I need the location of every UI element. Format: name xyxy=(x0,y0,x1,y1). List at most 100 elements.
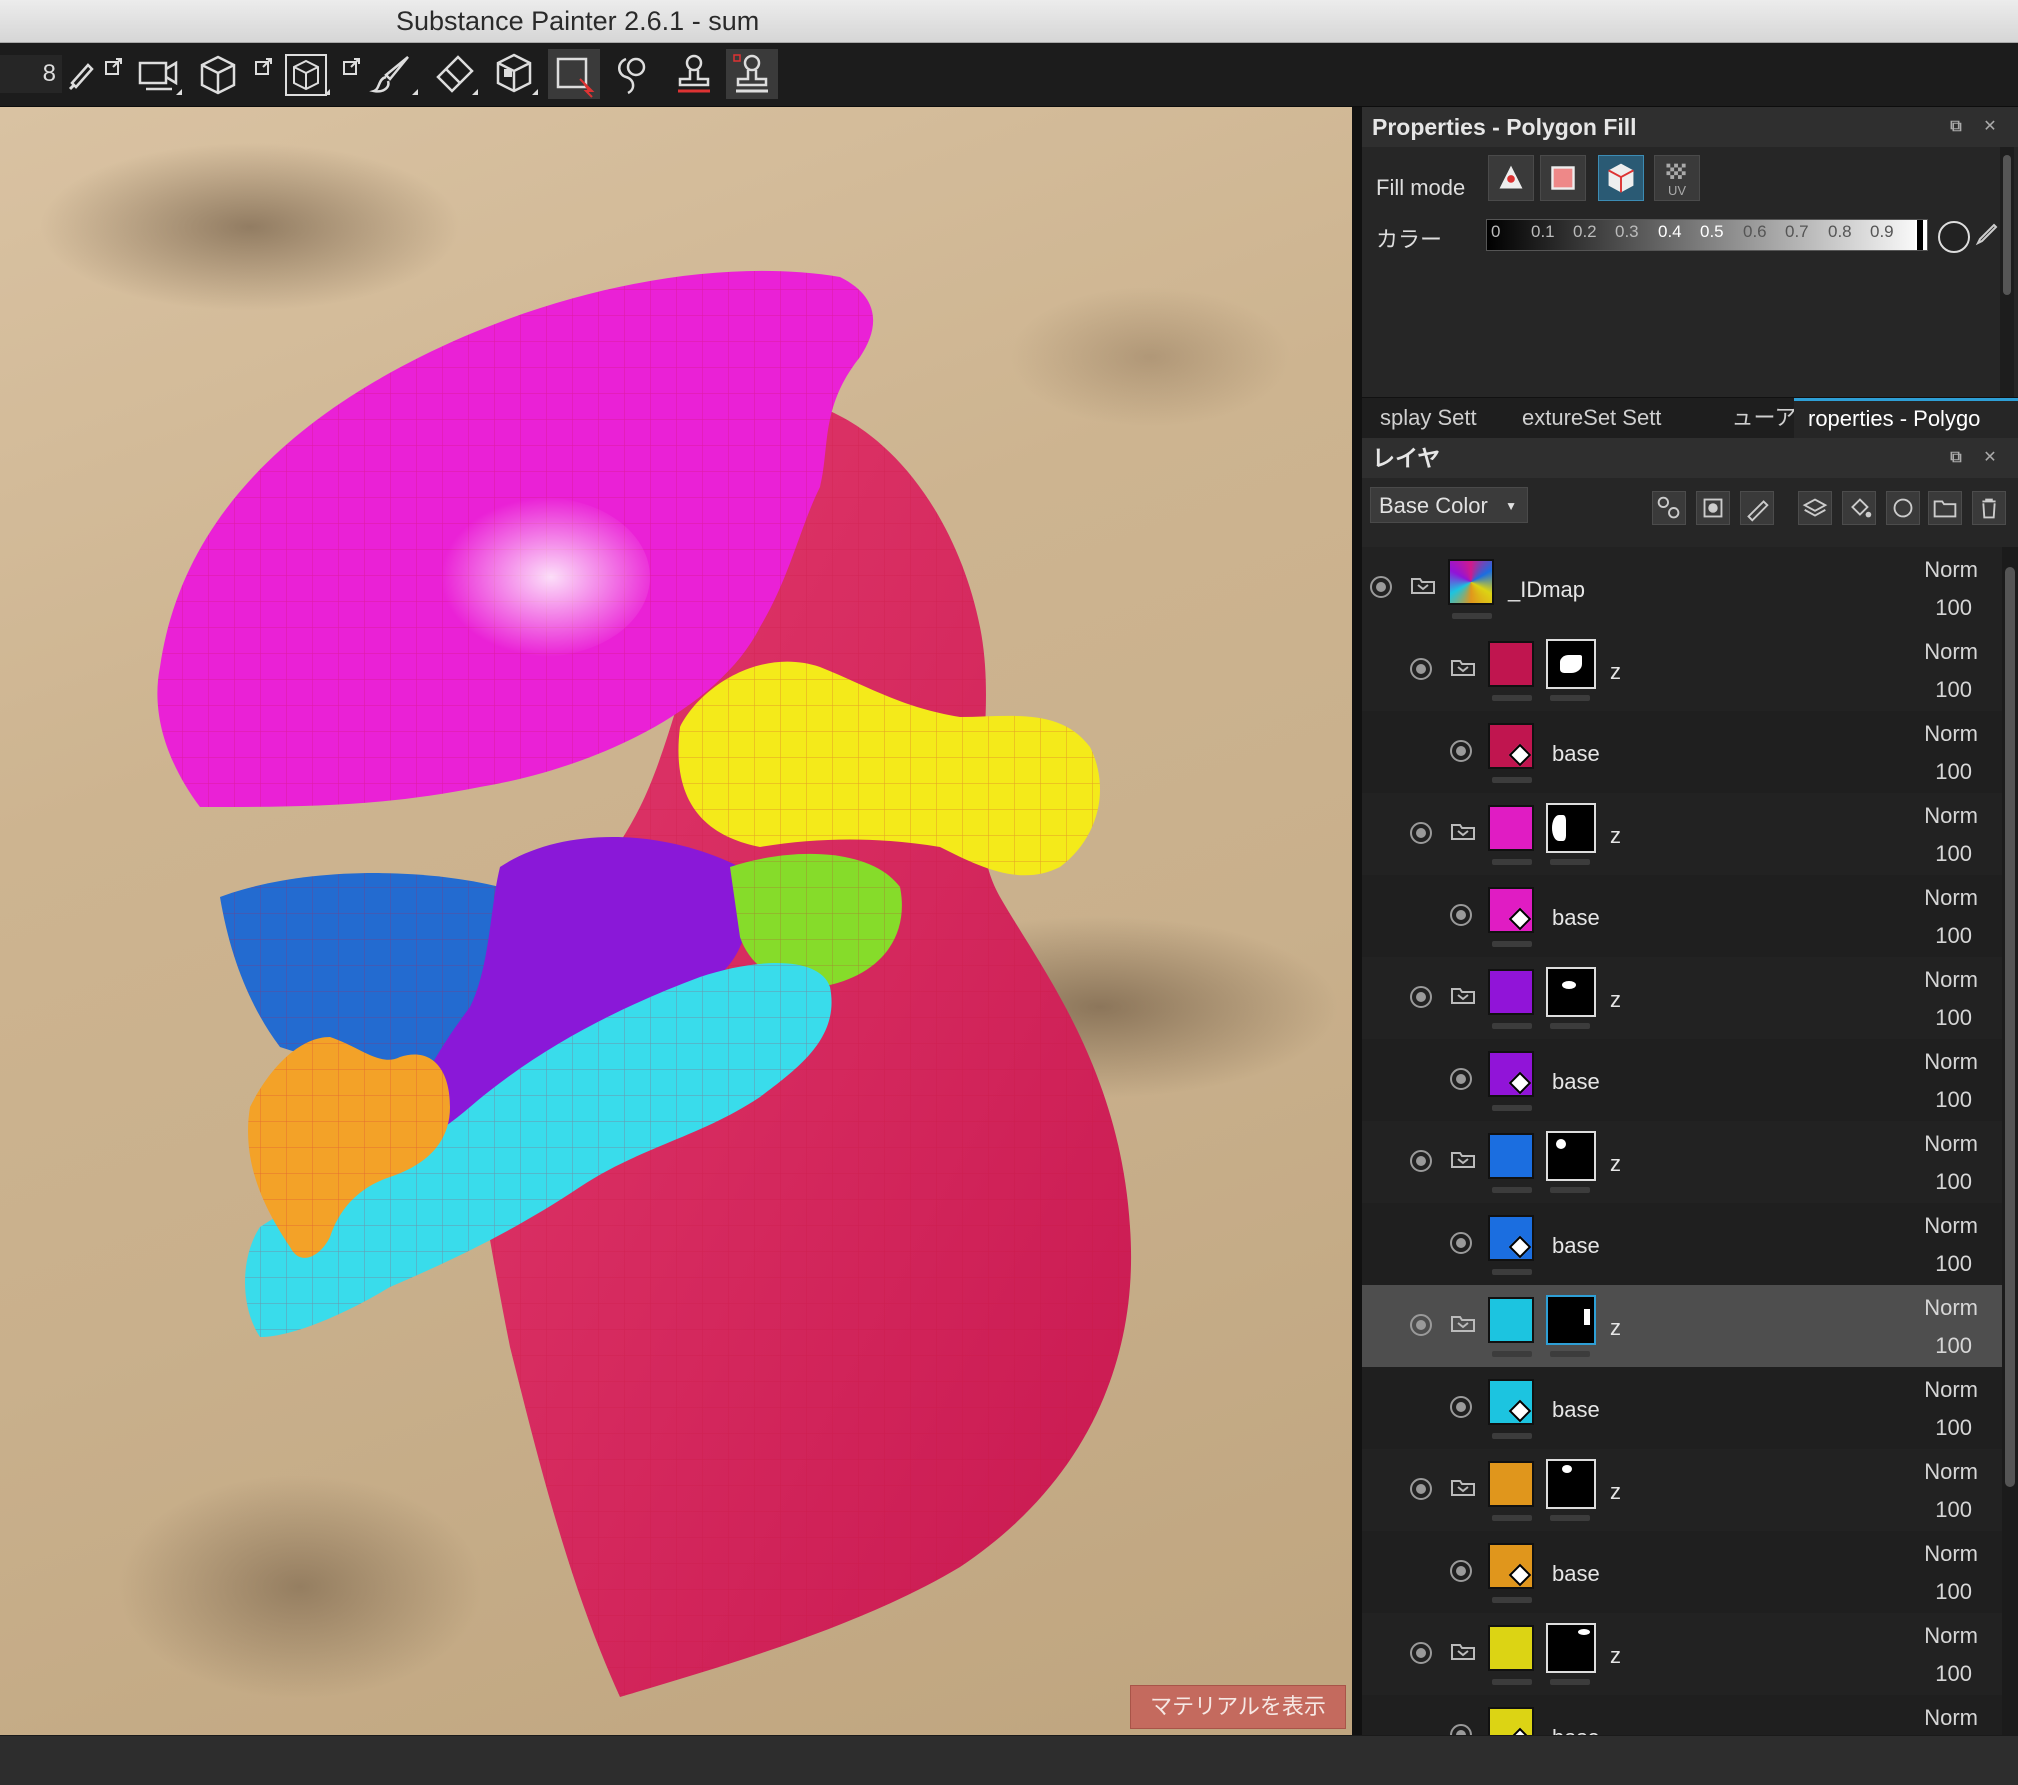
uv-fill-icon[interactable]: UV xyxy=(1654,155,1700,201)
smudge-icon[interactable] xyxy=(606,49,658,99)
opacity-value[interactable]: 100 xyxy=(1935,923,1972,949)
layer-row[interactable]: base Norm 100 xyxy=(1362,711,2002,794)
layer-row[interactable]: base Norm xyxy=(1362,1695,2002,1735)
mesh-fill-icon[interactable] xyxy=(1598,155,1644,201)
layer-row[interactable]: base Norm 100 xyxy=(1362,1039,2002,1122)
blend-mode[interactable]: Norm xyxy=(1924,639,1978,665)
material-picker-icon[interactable] xyxy=(726,49,778,99)
add-smart-material-icon[interactable] xyxy=(1886,491,1920,525)
add-mask-icon[interactable] xyxy=(1696,491,1730,525)
eye-icon[interactable] xyxy=(1410,1478,1432,1500)
tab-textureset-settings[interactable]: extureSet Sett xyxy=(1522,398,1692,438)
cube-outline-icon[interactable] xyxy=(280,49,332,99)
layer-group-row[interactable]: z Norm 100 xyxy=(1362,1285,2002,1368)
blend-mode[interactable]: Norm xyxy=(1924,1213,1978,1239)
eye-icon[interactable] xyxy=(1450,1396,1472,1418)
folder-icon[interactable] xyxy=(1450,657,1476,677)
opacity-value[interactable]: 100 xyxy=(1935,1169,1972,1195)
folder-icon[interactable] xyxy=(1450,1313,1476,1333)
projection-icon[interactable] xyxy=(488,49,540,99)
undock-icon[interactable]: ⧉ xyxy=(1946,117,1966,137)
tab-display-settings[interactable]: splay Sett xyxy=(1380,398,1510,438)
folder-icon[interactable] xyxy=(1450,1477,1476,1497)
eye-icon[interactable] xyxy=(1450,740,1472,762)
layer-group-row[interactable]: _IDmap Norm 100 xyxy=(1362,547,2002,630)
close-icon[interactable]: ✕ xyxy=(1980,117,2000,137)
opacity-value[interactable]: 100 xyxy=(1935,1579,1972,1605)
delete-layer-icon[interactable] xyxy=(1972,491,2006,525)
opacity-value[interactable]: 100 xyxy=(1935,1251,1972,1277)
paint-layer-icon[interactable] xyxy=(1740,491,1774,525)
blend-mode[interactable]: Norm xyxy=(1924,1377,1978,1403)
layer-row[interactable]: base Norm 100 xyxy=(1362,1531,2002,1614)
show-material-button[interactable]: マテリアルを表示 xyxy=(1130,1685,1346,1729)
opacity-value[interactable]: 100 xyxy=(1935,1333,1972,1359)
eye-icon[interactable] xyxy=(1410,658,1432,680)
viewport-divider[interactable] xyxy=(1352,107,1362,1735)
close-icon[interactable]: ✕ xyxy=(1980,448,2000,468)
triangle-fill-icon[interactable] xyxy=(1488,155,1534,201)
add-effect-icon[interactable] xyxy=(1652,491,1686,525)
eye-icon[interactable] xyxy=(1450,1068,1472,1090)
opacity-value[interactable]: 100 xyxy=(1935,1087,1972,1113)
popout-icon[interactable] xyxy=(104,57,124,77)
opacity-value[interactable]: 100 xyxy=(1935,1005,1972,1031)
clone-stamp-icon[interactable] xyxy=(668,49,720,99)
mask-thumbnail[interactable] xyxy=(1546,1459,1596,1509)
brush-settings-icon[interactable] xyxy=(64,49,98,99)
camera-icon[interactable] xyxy=(132,49,184,99)
layer-group-row[interactable]: z Norm 100 xyxy=(1362,793,2002,876)
blend-mode[interactable]: Norm xyxy=(1924,557,1978,583)
channel-dropdown[interactable]: Base Color ▼ xyxy=(1370,487,1528,523)
undock-icon[interactable]: ⧉ xyxy=(1946,448,1966,468)
blend-mode[interactable]: Norm xyxy=(1924,1541,1978,1567)
color-swatch-icon[interactable] xyxy=(1938,221,1970,253)
blend-mode[interactable]: Norm xyxy=(1924,967,1978,993)
brush-size-field[interactable]: 8 xyxy=(0,55,62,93)
blend-mode[interactable]: Norm xyxy=(1924,885,1978,911)
blend-mode[interactable]: Norm xyxy=(1924,1131,1978,1157)
eye-icon[interactable] xyxy=(1410,1150,1432,1172)
opacity-value[interactable]: 100 xyxy=(1935,759,1972,785)
eye-icon[interactable] xyxy=(1450,1724,1472,1735)
eraser-icon[interactable] xyxy=(428,49,480,99)
blend-mode[interactable]: Norm xyxy=(1924,1623,1978,1649)
layer-list-scrollbar[interactable] xyxy=(2002,547,2018,1735)
tab-properties[interactable]: roperties - Polygo xyxy=(1794,398,2018,438)
blend-mode[interactable]: Norm xyxy=(1924,1459,1978,1485)
blend-mode[interactable]: Norm xyxy=(1924,803,1978,829)
eye-icon[interactable] xyxy=(1450,1232,1472,1254)
layer-row[interactable]: base Norm 100 xyxy=(1362,1367,2002,1450)
eye-icon[interactable] xyxy=(1410,1642,1432,1664)
mask-thumbnail[interactable] xyxy=(1546,1623,1596,1673)
layer-group-row[interactable]: z Norm 100 xyxy=(1362,1121,2002,1204)
layer-group-row[interactable]: z Norm 100 xyxy=(1362,1449,2002,1532)
folder-icon[interactable] xyxy=(1450,821,1476,841)
blend-mode[interactable]: Norm xyxy=(1924,1049,1978,1075)
polygon-fill-icon[interactable] xyxy=(548,49,600,99)
eye-icon[interactable] xyxy=(1410,1314,1432,1336)
blend-mode[interactable]: Norm xyxy=(1924,1295,1978,1321)
properties-scrollbar[interactable] xyxy=(2000,147,2014,397)
folder-icon[interactable] xyxy=(1450,1149,1476,1169)
mask-thumbnail[interactable] xyxy=(1546,1131,1596,1181)
color-slider-handle[interactable] xyxy=(1915,220,1923,250)
opacity-value[interactable]: 100 xyxy=(1935,1415,1972,1441)
eye-icon[interactable] xyxy=(1410,986,1432,1008)
eye-icon[interactable] xyxy=(1410,822,1432,844)
opacity-value[interactable]: 100 xyxy=(1935,841,1972,867)
popout-icon-3[interactable] xyxy=(342,57,362,77)
eyedropper-icon[interactable] xyxy=(1974,221,2000,247)
folder-icon[interactable] xyxy=(1450,985,1476,1005)
add-folder-icon[interactable] xyxy=(1928,491,1962,525)
opacity-value[interactable]: 100 xyxy=(1935,677,1972,703)
opacity-value[interactable]: 100 xyxy=(1935,1661,1972,1687)
blend-mode[interactable]: Norm xyxy=(1924,1705,1978,1731)
paint-brush-icon[interactable] xyxy=(368,49,420,99)
layer-row[interactable]: base Norm 100 xyxy=(1362,875,2002,958)
add-layer-icon[interactable] xyxy=(1798,491,1832,525)
cube-icon[interactable] xyxy=(192,49,244,99)
mask-thumbnail[interactable] xyxy=(1546,1295,1596,1345)
folder-icon[interactable] xyxy=(1450,1641,1476,1661)
quad-fill-icon[interactable] xyxy=(1540,155,1586,201)
